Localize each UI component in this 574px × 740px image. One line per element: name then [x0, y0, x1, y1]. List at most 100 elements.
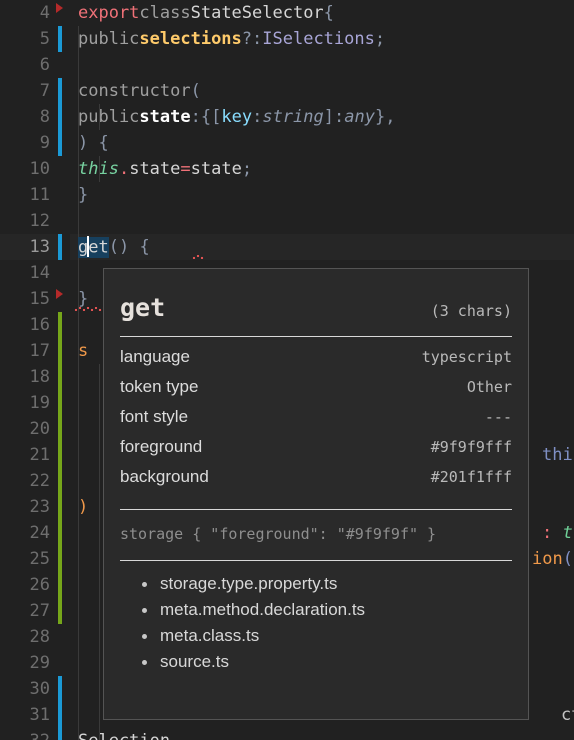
line-number: 13 — [29, 237, 50, 257]
diff-gutter — [58, 676, 70, 702]
code-line-text: ) { — [70, 130, 574, 156]
line-number: 26 — [29, 575, 50, 595]
code-line-text: public state: { [key: string]: any }, — [70, 104, 574, 130]
editor-line[interactable]: 12 — [0, 208, 574, 234]
diff-gutter — [58, 234, 70, 260]
diff-gutter — [58, 416, 70, 442]
diff-marker-modified — [58, 234, 62, 260]
line-number-gutter[interactable]: 21 — [0, 442, 58, 468]
diff-gutter — [58, 104, 70, 130]
line-number-gutter[interactable]: 26 — [0, 572, 58, 598]
property-value: typescript — [421, 348, 512, 366]
line-number-gutter[interactable]: 6 — [0, 52, 58, 78]
line-number-gutter[interactable]: 30 — [0, 676, 58, 702]
code-line-text: get () { — [70, 234, 574, 260]
line-number-gutter[interactable]: 4 — [0, 0, 63, 26]
tooltip-divider-1 — [120, 336, 512, 337]
line-number-gutter[interactable]: 13 — [0, 234, 58, 260]
diff-marker-modified — [58, 728, 62, 740]
line-number-gutter[interactable]: 14 — [0, 260, 58, 286]
list-item: storage.type.property.ts — [142, 571, 512, 597]
editor-line[interactable]: 11 } — [0, 182, 574, 208]
code-fragment: ) — [78, 497, 89, 517]
editor-line[interactable]: 8 public state: { [key: string]: any }, — [0, 104, 574, 130]
property-value: --- — [484, 408, 512, 426]
line-number-gutter[interactable]: 7 — [0, 78, 58, 104]
diff-marker-modified — [58, 130, 62, 156]
line-number: 8 — [39, 107, 50, 127]
line-number-gutter[interactable]: 23 — [0, 494, 58, 520]
line-number: 15 — [29, 289, 50, 309]
line-number: 19 — [29, 393, 50, 413]
editor-line-active[interactable]: 13 get () { — [0, 234, 574, 260]
line-number-gutter[interactable]: 17 — [0, 338, 58, 364]
line-number-gutter[interactable]: 28 — [0, 624, 58, 650]
diff-gutter — [58, 130, 70, 156]
editor-line[interactable]: 7 constructor ( — [0, 78, 574, 104]
line-number-gutter[interactable]: 22 — [0, 468, 58, 494]
line-number-gutter[interactable]: 25 — [0, 546, 58, 572]
line-number: 20 — [29, 419, 50, 439]
diff-marker-added — [58, 468, 62, 494]
editor-line[interactable]: 10 this.state = state; — [0, 156, 574, 182]
line-number-gutter[interactable]: 15 — [0, 286, 63, 312]
tooltip-divider-3 — [120, 560, 512, 561]
line-number: 12 — [29, 211, 50, 231]
line-number-gutter[interactable]: 24 — [0, 520, 58, 546]
tooltip-token-title: get — [120, 293, 166, 322]
line-number-gutter[interactable]: 29 — [0, 650, 58, 676]
diff-marker-added — [58, 312, 62, 338]
tooltip-header: get (3 chars) — [120, 285, 512, 326]
theme-rule-scope: storage — [120, 525, 184, 543]
diff-marker-added — [58, 494, 62, 520]
line-number: 10 — [29, 159, 50, 179]
text-selection[interactable]: get — [78, 235, 109, 258]
line-number-gutter[interactable]: 5 — [0, 26, 58, 52]
editor-line[interactable]: 9 ) { — [0, 130, 574, 156]
editor-line[interactable]: 4 export class StateSelector { — [0, 0, 574, 26]
line-number-gutter[interactable]: 12 — [0, 208, 58, 234]
code-editor[interactable]: 4 export class StateSelector { 5 public … — [0, 0, 574, 740]
tooltip-row-font-style: font style --- — [120, 407, 512, 437]
line-number: 28 — [29, 627, 50, 647]
diff-gutter — [58, 312, 70, 338]
diff-gutter — [58, 702, 70, 728]
diff-marker-added — [58, 520, 62, 546]
line-number: 6 — [39, 55, 50, 75]
diff-gutter — [58, 52, 70, 78]
editor-line[interactable]: 6 — [0, 52, 574, 78]
diff-gutter — [58, 338, 70, 364]
line-number-gutter[interactable]: 32 — [0, 728, 58, 740]
text-caret — [87, 235, 90, 257]
line-number-gutter[interactable]: 18 — [0, 364, 58, 390]
editor-line[interactable]: 32 Selection — [0, 728, 574, 740]
tooltip-row-foreground: foreground #9f9f9fff — [120, 437, 512, 467]
line-number-gutter[interactable]: 20 — [0, 416, 58, 442]
diff-marker-added — [58, 416, 62, 442]
line-number-gutter[interactable]: 9 — [0, 130, 58, 156]
line-number: 17 — [29, 341, 50, 361]
line-number-gutter[interactable]: 16 — [0, 312, 58, 338]
diff-gutter — [58, 598, 70, 624]
line-number-gutter[interactable]: 27 — [0, 598, 58, 624]
theme-rule-settings: { "foreground": "#9f9f9f" } — [192, 525, 437, 543]
diff-marker-added — [58, 546, 62, 572]
property-label: font style — [120, 407, 189, 426]
scope-inspector-tooltip[interactable]: get (3 chars) language typescript token … — [103, 268, 529, 720]
diff-gutter — [58, 390, 70, 416]
editor-line[interactable]: 5 public selections?: ISelections; — [0, 26, 574, 52]
line-number-gutter[interactable]: 19 — [0, 390, 58, 416]
line-number-gutter[interactable]: 11 — [0, 182, 58, 208]
diff-gutter — [58, 494, 70, 520]
line-number: 5 — [39, 29, 50, 49]
line-number-gutter[interactable]: 8 — [0, 104, 58, 130]
line-number-gutter[interactable]: 31 — [0, 702, 58, 728]
line-number-gutter[interactable]: 10 — [0, 156, 58, 182]
diff-gutter — [58, 624, 70, 650]
diff-gutter — [58, 182, 70, 208]
diff-gutter — [58, 546, 70, 572]
code-line-text: constructor ( — [70, 78, 574, 104]
tooltip-divider-2 — [120, 509, 512, 510]
property-label: language — [120, 347, 190, 366]
diff-marker-added — [58, 598, 62, 624]
